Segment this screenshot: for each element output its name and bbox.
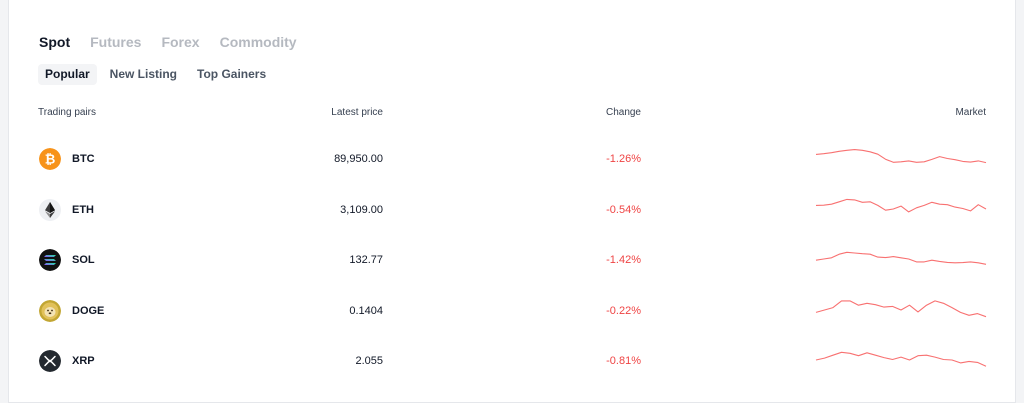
latest-price: 89,950.00 [334, 153, 383, 165]
market-sparkline [815, 198, 987, 212]
header-latest-price: Latest price [331, 107, 383, 118]
svg-text:₿: ₿ [45, 153, 56, 168]
bitcoin-icon: ₿ [39, 148, 61, 170]
sub-tabs: Popular New Listing Top Gainers [38, 64, 273, 85]
latest-price: 3,109.00 [340, 203, 383, 216]
latest-price: 0.1404 [349, 304, 383, 317]
header-change: Change [605, 107, 641, 118]
xrp-icon [39, 350, 61, 372]
sparkline-path [815, 251, 987, 265]
price-change: -0.81% [606, 355, 641, 367]
tab-forex[interactable]: Forex [161, 33, 199, 51]
header-trading-pairs: Trading pairs [38, 107, 96, 118]
table-row[interactable]: ₿ BTC 89,950.00 -1.26% [9, 134, 1017, 185]
sparkline-path [815, 351, 987, 367]
market-sparkline [815, 149, 987, 164]
pair-symbol: SOL [72, 254, 95, 266]
pair-symbol: XRP [72, 355, 95, 367]
solana-icon [39, 249, 61, 271]
sparkline-path [815, 149, 987, 164]
sparkline-path [815, 198, 987, 212]
subtab-popular[interactable]: Popular [38, 64, 97, 85]
market-sparkline [815, 351, 987, 367]
tab-futures[interactable]: Futures [90, 33, 141, 51]
pair-symbol: BTC [72, 153, 95, 165]
table-row[interactable]: XRP 2.055 -0.81% [9, 336, 1017, 387]
markets-card: Spot Futures Forex Commodity Popular New… [8, 0, 1016, 403]
table-row[interactable]: ETH 3,109.00 -0.54% [9, 185, 1017, 236]
table-header: Trading pairs Latest price Change Market [9, 106, 1017, 120]
header-market: Market [955, 107, 986, 118]
sparkline-path [815, 299, 987, 317]
price-change: -1.42% [606, 254, 641, 266]
subtab-top-gainers[interactable]: Top Gainers [190, 64, 273, 85]
pair-symbol: DOGE [72, 304, 105, 317]
price-change: -0.54% [606, 203, 641, 216]
market-sparkline [815, 299, 987, 317]
market-tabs: Spot Futures Forex Commodity [39, 33, 297, 51]
price-change: -0.22% [606, 304, 641, 317]
latest-price: 2.055 [355, 355, 383, 367]
latest-price: 132.77 [349, 254, 383, 266]
subtab-new-listing[interactable]: New Listing [103, 64, 184, 85]
market-sparkline [815, 251, 987, 265]
dogecoin-icon [39, 299, 61, 322]
price-change: -1.26% [606, 153, 641, 165]
pair-symbol: ETH [72, 203, 94, 216]
tab-spot[interactable]: Spot [39, 33, 70, 51]
table-row[interactable]: SOL 132.77 -1.42% [9, 235, 1017, 286]
table-row[interactable]: DOGE 0.1404 -0.22% [9, 286, 1017, 337]
pairs-table: ₿ BTC 89,950.00 -1.26% ETH 3,109.00 -0.5… [9, 134, 1017, 387]
ethereum-icon [39, 198, 61, 221]
tab-commodity[interactable]: Commodity [220, 33, 297, 51]
